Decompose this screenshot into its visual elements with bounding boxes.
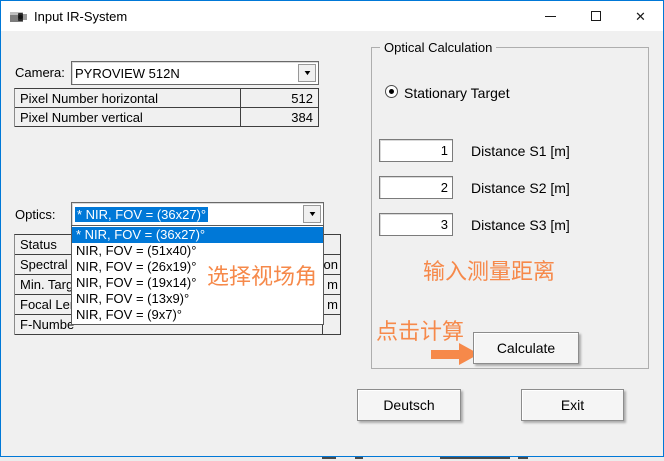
deutsch-button[interactable]: Deutsch xyxy=(357,389,461,421)
annotation-choose-fov: 选择视场角 xyxy=(207,259,317,291)
group-title: Optical Calculation xyxy=(380,40,496,55)
close-icon: ✕ xyxy=(635,10,646,23)
row-value: m xyxy=(322,275,340,294)
dropdown-option[interactable]: NIR, FOV = (13x9)° xyxy=(72,291,323,307)
optics-select[interactable]: * NIR, FOV = (36x27)° ▼ xyxy=(71,202,324,226)
dropdown-option[interactable]: NIR, FOV = (51x40)° xyxy=(72,243,323,259)
radio-dot-icon xyxy=(389,89,394,94)
distance-s2-input[interactable] xyxy=(379,176,453,199)
row-label: Focal Ler xyxy=(15,297,74,312)
camera-dropdown-button[interactable]: ▼ xyxy=(298,64,316,82)
distance-s2-label: Distance S2 [m] xyxy=(471,180,570,196)
optics-value: * NIR, FOV = (36x27)° xyxy=(75,203,208,225)
arrow-right-icon xyxy=(431,343,479,365)
distance-s1-label: Distance S1 [m] xyxy=(471,143,570,159)
dropdown-option[interactable]: NIR, FOV = (9x7)° xyxy=(72,307,323,323)
optics-label: Optics: xyxy=(15,207,55,222)
annotation-enter-distance: 输入测量距离 xyxy=(423,254,555,286)
row-label: Min. Targ xyxy=(15,277,73,292)
stationary-target-label: Stationary Target xyxy=(404,85,510,101)
pixel-table: Pixel Number horizontal 512 Pixel Number… xyxy=(14,88,319,127)
camera-select[interactable]: PYROVIEW 512N ▼ xyxy=(71,61,319,85)
calculate-button[interactable]: Calculate xyxy=(473,332,579,364)
dropdown-option[interactable]: * NIR, FOV = (36x27)° xyxy=(72,227,323,243)
table-row: Pixel Number horizontal 512 xyxy=(15,89,318,108)
window-title: Input IR-System xyxy=(34,9,127,24)
row-value xyxy=(322,235,340,254)
row-label: Status xyxy=(15,237,57,252)
row-value xyxy=(322,315,340,334)
row-label: Spectral xyxy=(15,257,68,272)
distance-s3-label: Distance S3 [m] xyxy=(471,217,570,233)
table-row: Pixel Number vertical 384 xyxy=(15,108,318,127)
screen: Input IR-System ✕ Camera: PYROVIEW 512N … xyxy=(0,0,664,461)
minimize-icon xyxy=(545,16,556,17)
camera-label: Camera: xyxy=(15,65,65,80)
camera-icon xyxy=(10,9,27,23)
row-label: Pixel Number horizontal xyxy=(15,91,158,106)
stationary-target-radio[interactable] xyxy=(385,85,398,98)
maximize-icon xyxy=(591,11,601,21)
row-label: Pixel Number vertical xyxy=(15,110,143,125)
chevron-down-icon: ▼ xyxy=(302,70,312,77)
distance-s3-input[interactable] xyxy=(379,213,453,236)
chevron-down-icon: ▼ xyxy=(307,211,317,218)
app-window: Input IR-System ✕ Camera: PYROVIEW 512N … xyxy=(0,0,664,457)
camera-value: PYROVIEW 512N xyxy=(75,62,180,84)
annotation-click-calculate: 点击计算 xyxy=(376,314,464,346)
title-bar[interactable]: Input IR-System ✕ xyxy=(1,1,663,31)
row-label: F-Numbe xyxy=(15,317,74,332)
maximize-button[interactable] xyxy=(573,1,618,31)
close-button[interactable]: ✕ xyxy=(618,1,663,31)
row-value: 384 xyxy=(240,108,318,126)
background-window-sliver xyxy=(0,457,664,461)
caption-buttons: ✕ xyxy=(528,1,663,31)
minimize-button[interactable] xyxy=(528,1,573,31)
exit-button[interactable]: Exit xyxy=(521,389,624,421)
optics-dropdown-button[interactable]: ▼ xyxy=(303,205,321,223)
distance-s1-input[interactable] xyxy=(379,139,453,162)
row-value: on xyxy=(322,255,340,274)
row-value: m xyxy=(322,295,340,314)
row-value: 512 xyxy=(240,89,318,107)
